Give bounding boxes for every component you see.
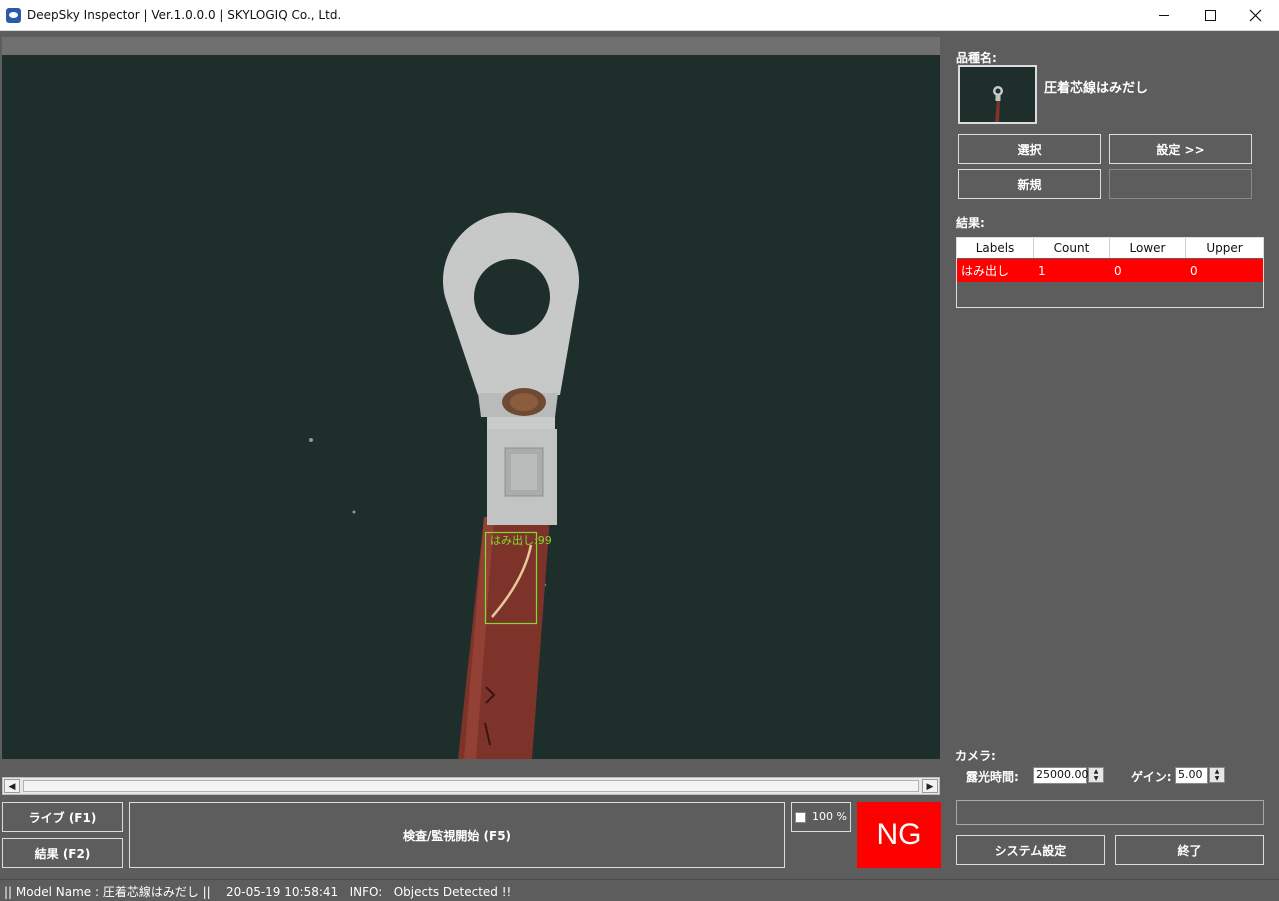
maximize-button[interactable] xyxy=(1187,0,1233,31)
camera-label: カメラ: xyxy=(955,749,996,763)
status-bar: || Model Name : 圧着芯線はみだし || 20-05-19 10:… xyxy=(0,879,1279,901)
verdict-indicator: NG xyxy=(857,802,941,868)
scroll-right-arrow-icon[interactable]: ▶ xyxy=(922,779,938,793)
result-button[interactable]: 結果 (F2) xyxy=(2,838,123,868)
cell-upper: 0 xyxy=(1190,263,1198,278)
terminal-thumbnail-icon xyxy=(993,86,1003,122)
exit-button[interactable]: 終了 xyxy=(1115,835,1264,865)
live-button[interactable]: ライブ (F1) xyxy=(2,802,123,832)
cell-count: 1 xyxy=(1038,263,1046,278)
column-header-lower[interactable]: Lower xyxy=(1110,238,1186,258)
new-model-button[interactable]: 新規 xyxy=(958,169,1101,199)
close-icon xyxy=(1249,9,1262,22)
camera-image-view[interactable]: はみ出し:99 xyxy=(2,55,940,759)
column-header-upper[interactable]: Upper xyxy=(1186,238,1263,258)
viewer-header xyxy=(2,37,940,55)
stepper-down-icon[interactable]: ▼ xyxy=(1089,775,1103,782)
detection-score: :99 xyxy=(534,534,552,547)
close-button[interactable] xyxy=(1233,0,1279,31)
scroll-thumb[interactable] xyxy=(23,780,919,792)
gain-input[interactable]: 5.00 xyxy=(1175,767,1208,784)
zoom-checkbox[interactable] xyxy=(795,812,806,823)
table-header: Labels Count Lower Upper xyxy=(957,238,1263,258)
gain-stepper[interactable]: ▲ ▼ xyxy=(1209,767,1225,783)
inspect-start-button[interactable]: 検査/監視開始 (F5) xyxy=(129,802,785,868)
cell-lower: 0 xyxy=(1114,263,1122,278)
table-row[interactable]: はみ出し 1 0 0 xyxy=(957,259,1263,282)
exposure-label: 露光時間: xyxy=(966,770,1019,784)
window-title: DeepSky Inspector | Ver.1.0.0.0 | SKYLOG… xyxy=(27,8,342,22)
title-bar: DeepSky Inspector | Ver.1.0.0.0 | SKYLOG… xyxy=(0,0,1279,31)
inspection-image xyxy=(309,212,579,759)
app-logo-icon xyxy=(6,8,21,23)
select-button[interactable]: 選択 xyxy=(958,134,1101,164)
model-thumbnail xyxy=(958,65,1037,124)
status-text: || Model Name : 圧着芯線はみだし || 20-05-19 10:… xyxy=(4,885,512,899)
empty-slot-button xyxy=(1109,169,1252,199)
zoom-toggle[interactable]: 100 % xyxy=(791,802,851,832)
progress-bar xyxy=(956,800,1264,825)
results-label: 結果: xyxy=(956,216,985,230)
settings-button[interactable]: 設定 >> xyxy=(1109,134,1252,164)
model-name: 圧着芯線はみだし xyxy=(1044,81,1149,96)
exposure-input[interactable]: 25000.00 xyxy=(1033,767,1089,784)
stepper-down-icon[interactable]: ▼ xyxy=(1210,775,1224,782)
detection-class: はみ出し xyxy=(490,534,534,547)
gain-label: ゲイン: xyxy=(1131,770,1172,784)
minimize-button[interactable] xyxy=(1141,0,1187,31)
exposure-stepper[interactable]: ▲ ▼ xyxy=(1088,767,1104,783)
system-settings-button[interactable]: システム設定 xyxy=(956,835,1105,865)
column-header-labels[interactable]: Labels xyxy=(957,238,1034,258)
column-header-count[interactable]: Count xyxy=(1034,238,1110,258)
scroll-left-arrow-icon[interactable]: ◀ xyxy=(4,779,20,793)
horizontal-scrollbar[interactable]: ◀ ▶ xyxy=(2,777,940,795)
zoom-label: 100 % xyxy=(812,810,847,823)
viewer-footer xyxy=(2,759,940,777)
stepper-up-icon[interactable]: ▲ xyxy=(1089,768,1103,775)
detection-label: はみ出し:99 xyxy=(490,532,552,548)
model-label: 品種名: xyxy=(956,51,997,65)
stepper-up-icon[interactable]: ▲ xyxy=(1210,768,1224,775)
minimize-icon xyxy=(1159,15,1169,16)
maximize-icon xyxy=(1205,10,1216,21)
cell-label: はみ出し xyxy=(961,264,1010,278)
results-table: Labels Count Lower Upper はみ出し 1 0 0 xyxy=(956,237,1264,308)
